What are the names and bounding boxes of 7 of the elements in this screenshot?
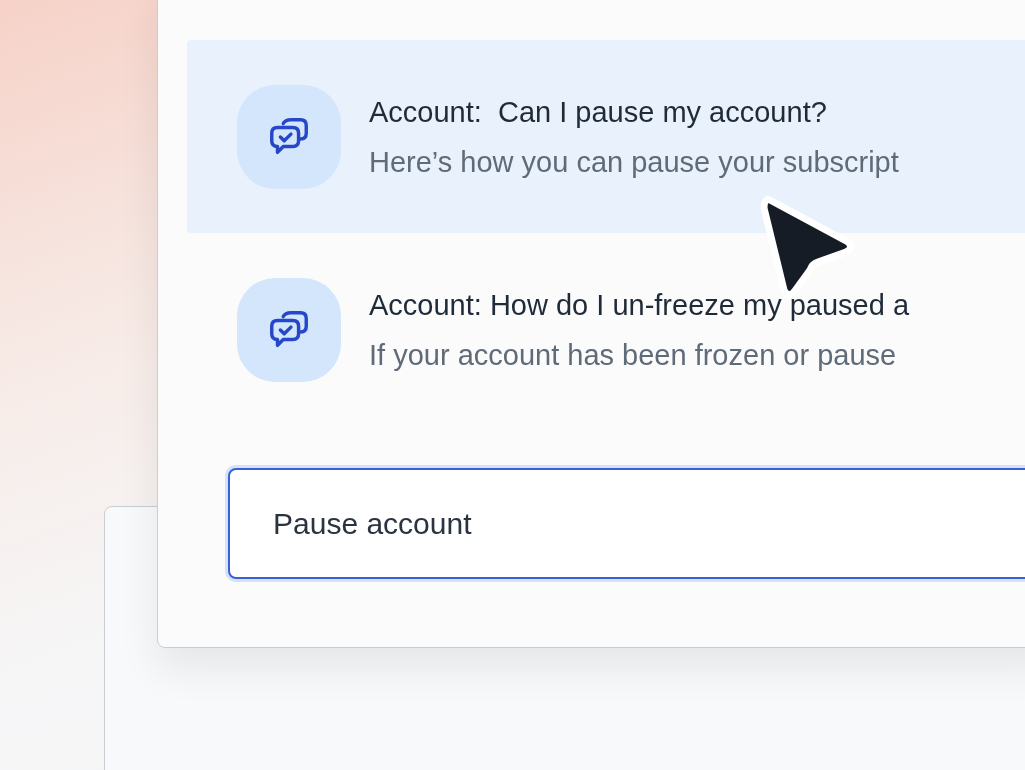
result-snippet: Here’s how you can pause your subscript (369, 144, 899, 180)
result-title: Account: How do I un-freeze my paused a (369, 287, 909, 323)
search-result[interactable]: Account: How do I un-freeze my paused a If your account has been frozen or pause (187, 233, 1025, 426)
search-result[interactable]: Account: Can I pause my account? Here’s how you can pause your subscript (187, 40, 1025, 233)
result-title: Account: Can I pause my account? (369, 94, 828, 130)
search-field[interactable]: Pause account (228, 468, 1025, 579)
result-snippet: If your account has been frozen or pause (369, 337, 898, 373)
